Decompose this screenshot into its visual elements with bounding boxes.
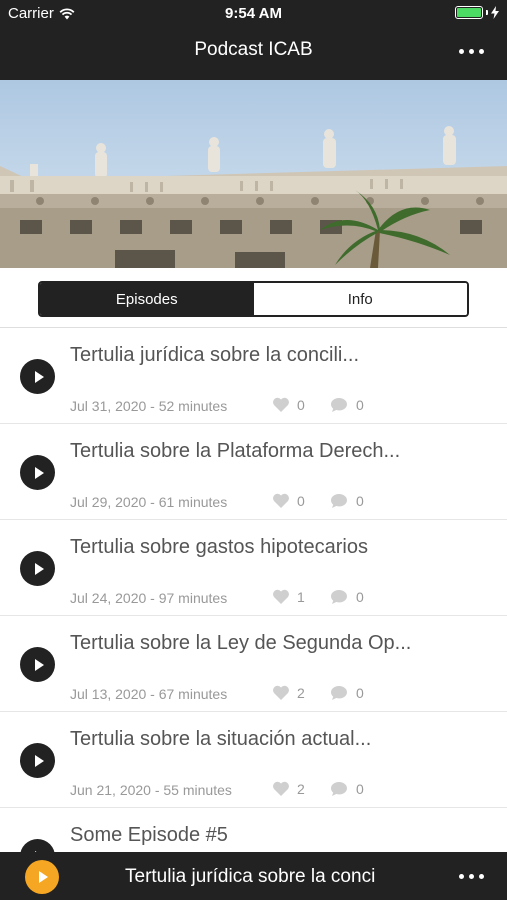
episode-row[interactable]: Tertulia sobre la Plataforma Derech... J…	[0, 424, 507, 520]
comment-bubble-icon	[331, 686, 347, 700]
comment-count: 0	[356, 589, 364, 605]
comment-bubble-icon	[331, 494, 347, 508]
heart-icon	[273, 397, 289, 412]
episode-row[interactable]: Tertulia sobre gastos hipotecarios Jul 2…	[0, 520, 507, 616]
player-more-options-icon[interactable]	[459, 874, 484, 879]
comment-bubble-icon	[331, 590, 347, 604]
heart-icon	[273, 589, 289, 604]
episode-list: Tertulia jurídica sobre la concili... Ju…	[0, 328, 507, 900]
charging-bolt-icon	[491, 6, 499, 19]
podcast-cover-image	[0, 80, 507, 268]
comment-count: 0	[356, 493, 364, 509]
status-bar: Carrier 9:54 AM	[0, 0, 507, 28]
episode-date-duration: Jul 31, 2020 - 52 minutes	[70, 398, 228, 414]
play-icon	[34, 658, 44, 671]
episode-title: Tertulia sobre gastos hipotecarios	[70, 536, 368, 558]
like-count: 0	[297, 493, 305, 509]
play-button[interactable]	[20, 455, 55, 490]
episodes-info-tabs: Episodes Info	[38, 281, 469, 317]
episode-row[interactable]: Tertulia jurídica sobre la concili... Ju…	[0, 328, 507, 424]
episode-title: Tertulia sobre la Ley de Segunda Op...	[70, 632, 412, 654]
comment-bubble-icon	[331, 398, 347, 412]
comment-counter[interactable]: 0	[330, 493, 364, 509]
episode-title: Tertulia sobre la situación actual...	[70, 728, 372, 750]
like-count: 2	[297, 685, 305, 701]
episode-row[interactable]: Tertulia sobre la situación actual... Ju…	[0, 712, 507, 808]
like-counter[interactable]: 0	[272, 397, 305, 413]
comment-count: 0	[356, 781, 364, 797]
now-playing-title: Tertulia jurídica sobre la conci	[125, 866, 376, 887]
more-options-icon[interactable]	[459, 49, 484, 54]
clock: 9:54 AM	[225, 5, 282, 22]
play-icon	[34, 562, 44, 575]
comment-counter[interactable]: 0	[330, 685, 364, 701]
comment-counter[interactable]: 0	[330, 589, 364, 605]
episode-title: Tertulia jurídica sobre la concili...	[70, 344, 360, 366]
like-count: 1	[297, 589, 305, 605]
episode-date-duration: Jul 24, 2020 - 97 minutes	[70, 590, 228, 606]
battery-indicator	[455, 6, 499, 19]
tab-info[interactable]: Info	[253, 283, 467, 315]
like-counter[interactable]: 2	[272, 685, 305, 701]
play-button[interactable]	[20, 359, 55, 394]
episode-date-duration: Jun 21, 2020 - 55 minutes	[70, 782, 232, 798]
like-count: 0	[297, 397, 305, 413]
episode-title: Tertulia sobre la Plataforma Derech...	[70, 440, 401, 462]
navigation-bar: Podcast ICAB	[0, 28, 507, 80]
page-title: Podcast ICAB	[194, 39, 313, 60]
play-icon	[34, 370, 44, 383]
comment-count: 0	[356, 397, 364, 413]
heart-icon	[273, 493, 289, 508]
like-count: 2	[297, 781, 305, 797]
like-counter[interactable]: 2	[272, 781, 305, 797]
now-playing-bar[interactable]: Tertulia jurídica sobre la conci	[0, 852, 507, 900]
player-play-button[interactable]	[25, 860, 59, 894]
play-icon	[34, 754, 44, 767]
play-button[interactable]	[20, 647, 55, 682]
episode-date-duration: Jul 29, 2020 - 61 minutes	[70, 494, 228, 510]
comment-counter[interactable]: 0	[330, 397, 364, 413]
play-icon	[34, 466, 44, 479]
battery-icon	[455, 6, 483, 19]
play-icon	[39, 871, 48, 883]
comment-count: 0	[356, 685, 364, 701]
play-button[interactable]	[20, 551, 55, 586]
heart-icon	[273, 781, 289, 796]
like-counter[interactable]: 0	[272, 493, 305, 509]
like-counter[interactable]: 1	[272, 589, 305, 605]
heart-icon	[273, 685, 289, 700]
episode-date-duration: Jul 13, 2020 - 67 minutes	[70, 686, 228, 702]
play-button[interactable]	[20, 743, 55, 778]
episode-row[interactable]: Tertulia sobre la Ley de Segunda Op... J…	[0, 616, 507, 712]
comment-bubble-icon	[331, 782, 347, 796]
comment-counter[interactable]: 0	[330, 781, 364, 797]
episode-title: Some Episode #5	[70, 824, 228, 846]
tab-episodes[interactable]: Episodes	[40, 283, 254, 315]
